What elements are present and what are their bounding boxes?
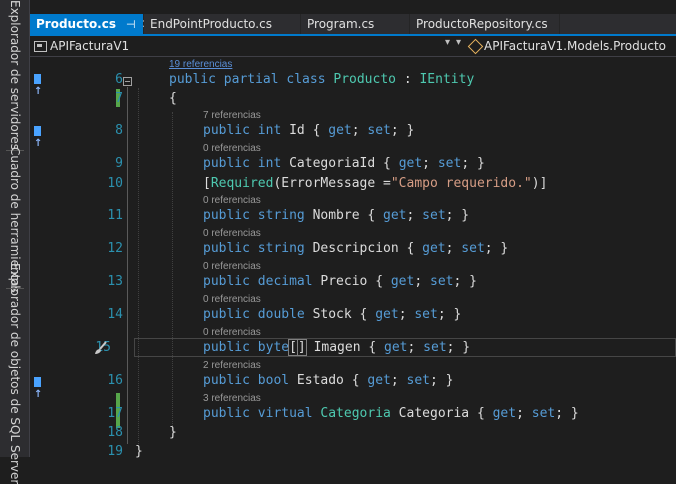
line-number: 10 — [107, 176, 123, 191]
code-text: public string Nombre { get; set; } — [203, 208, 470, 223]
sql-object-explorer-tab[interactable]: Explorador de objetos de SQL Server — [0, 263, 30, 484]
navigation-bar: APIFacturaV1 ▾ ▾ APIFacturaV1.Models.Pro… — [30, 36, 676, 57]
code-text: } — [135, 444, 143, 459]
line-number: 17 — [107, 406, 123, 421]
tab-producto-cs[interactable]: Producto.cs ⊣ ✕ — [30, 14, 152, 34]
server-explorer-label: Explorador de servidores — [8, 0, 22, 151]
code-text: public double Stock { get; set; } — [203, 307, 462, 322]
code-line[interactable]: 17 public virtual Categoria Categoria { … — [30, 404, 676, 424]
class-icon — [467, 38, 484, 54]
code-line[interactable]: 19 } — [30, 442, 676, 462]
member-dropdown[interactable]: ▾ APIFacturaV1.Models.Producto — [456, 37, 676, 55]
code-text: public string Descripcion { get; set; } — [203, 241, 509, 256]
line-number: 9 — [115, 156, 123, 171]
chevron-down-icon: ▾ — [456, 37, 462, 48]
server-explorer-tab[interactable]: Explorador de servidores — [0, 0, 30, 150]
code-text: public int Id { get; set; } — [203, 123, 415, 138]
code-line[interactable]: 13 public decimal Precio { get; set; } — [30, 272, 676, 292]
tab-productorepository-cs[interactable]: ProductoRepository.cs — [410, 14, 560, 34]
line-number: 8 — [115, 123, 123, 138]
code-line[interactable]: 12 public string Descripcion { get; set;… — [30, 239, 676, 259]
code-text: public decimal Precio { get; set; } — [203, 274, 477, 289]
tab-label: Program.cs — [307, 17, 375, 31]
project-dropdown[interactable]: APIFacturaV1 ▾ — [34, 37, 454, 55]
member-name: APIFacturaV1.Models.Producto — [484, 39, 666, 53]
side-tool-strip: Explorador de servidores Cuadro de herra… — [0, 0, 30, 484]
line-number: 13 — [107, 274, 123, 289]
code-line[interactable]: 9 public int CategoriaId { get; set; } — [30, 154, 676, 174]
line-number: 11 — [107, 208, 123, 223]
code-text: public bool Estado { get; set; } — [203, 373, 454, 388]
line-number: 6 — [115, 72, 123, 87]
code-text: public int CategoriaId { get; set; } — [203, 156, 485, 171]
code-editor[interactable]: ↑ ↑ ↑ 19 referencias 7 referencias 0 ref… — [30, 57, 676, 459]
chevron-down-icon: ▾ — [444, 37, 450, 48]
tab-program-cs[interactable]: Program.cs — [301, 14, 410, 34]
tab-label: Producto.cs — [36, 17, 116, 31]
line-number: 18 — [107, 425, 123, 440]
code-line[interactable]: 16 public bool Estado { get; set; } — [30, 371, 676, 391]
code-text: { — [169, 91, 177, 106]
pin-icon[interactable]: ⊣ — [126, 18, 136, 31]
tab-label: ProductoRepository.cs — [416, 17, 548, 31]
code-line-current[interactable]: 15 public byte[] Imagen { get; set; } — [30, 338, 676, 358]
code-line[interactable]: 6 public partial class Producto : IEntit… — [30, 70, 676, 90]
project-icon — [34, 40, 47, 52]
document-tab-bar: Producto.cs ⊣ ✕ EndPointProducto.cs Prog… — [30, 14, 676, 34]
code-line[interactable]: 8 public int Id { get; set; } — [30, 121, 676, 141]
code-line[interactable]: 11 public string Nombre { get; set; } — [30, 206, 676, 226]
tab-endpointproducto-cs[interactable]: EndPointProducto.cs — [144, 14, 301, 34]
line-number: 19 — [107, 444, 123, 459]
code-line[interactable]: 10 [Required(ErrorMessage ="Campo requer… — [30, 174, 676, 194]
code-line[interactable]: 14 public double Stock { get; set; } — [30, 305, 676, 325]
code-text: public virtual Categoria Categoria { get… — [203, 406, 579, 421]
line-number: 14 — [107, 307, 123, 322]
code-text: [Required(ErrorMessage ="Campo requerido… — [203, 176, 548, 191]
code-text: public partial class Producto : IEntity — [169, 72, 475, 87]
line-number: 12 — [107, 241, 123, 256]
code-text: } — [169, 425, 177, 440]
quick-action-brush-icon[interactable] — [94, 341, 108, 355]
code-line[interactable]: 18 } — [30, 423, 676, 443]
project-name: APIFacturaV1 — [50, 39, 130, 53]
sql-object-explorer-label: Explorador de objetos de SQL Server — [8, 262, 22, 484]
tab-label: EndPointProducto.cs — [150, 17, 272, 31]
line-number: 7 — [115, 91, 123, 106]
code-line[interactable]: 7 { — [30, 89, 676, 109]
line-number: 16 — [107, 373, 123, 388]
code-text: public byte[] Imagen { get; set; } — [203, 339, 471, 356]
